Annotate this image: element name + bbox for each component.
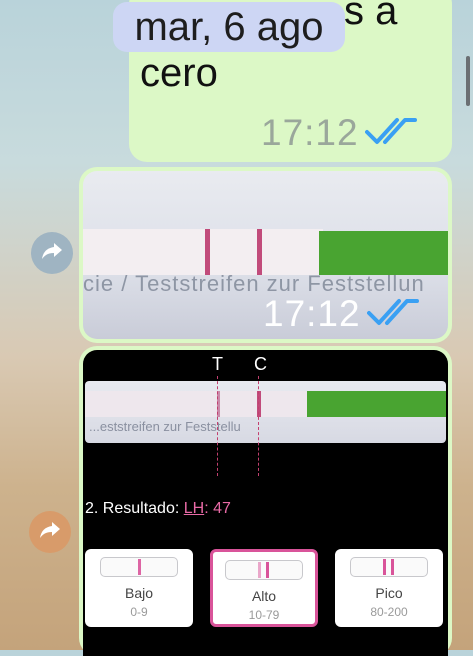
message-text-tail: s a (344, 0, 398, 33)
level-card-alto[interactable]: Alto 10-79 (210, 549, 318, 627)
level-range: 80-200 (370, 605, 408, 619)
photo-print-text: cie / Teststreifen zur Feststellun (83, 271, 425, 295)
app-screenshot-image[interactable]: T C ...eststreifen zur Feststellu 2. Res… (83, 350, 448, 656)
forward-button[interactable] (31, 232, 73, 274)
double-check-icon (366, 295, 419, 334)
result-separator: : (204, 500, 214, 517)
forward-button[interactable] (29, 511, 71, 553)
result-hormone: LH (183, 500, 205, 517)
strip-c-line (257, 229, 262, 275)
level-range: 10-79 (248, 608, 280, 622)
result-line: 2. Resultado: LH: 47 (85, 500, 231, 518)
c-guide-line (258, 376, 259, 476)
share-icon (41, 241, 63, 266)
strip-absorbent (83, 229, 323, 275)
app-test-strip: ...eststreifen zur Feststellu (85, 381, 446, 443)
level-card-pico[interactable]: Pico 80-200 (335, 549, 443, 627)
app-strip-absorbent (85, 391, 310, 417)
double-check-icon (364, 114, 417, 153)
share-icon (39, 520, 61, 545)
strip-t-line (205, 229, 210, 275)
result-value: 47 (213, 500, 231, 517)
level-card-bajo[interactable]: Bajo 0-9 (85, 549, 193, 627)
app-strip-handle (307, 391, 446, 417)
scrollbar[interactable] (466, 56, 470, 106)
app-screenshot-bubble[interactable]: T C ...eststreifen zur Feststellu 2. Res… (79, 346, 452, 656)
message-text-body: cero (140, 51, 218, 95)
photo-time: 17:12 (263, 293, 361, 334)
t-label: T (212, 354, 223, 374)
level-name: Bajo (124, 585, 154, 601)
photo-meta: 17:12 (263, 293, 419, 335)
mini-strip (350, 557, 428, 577)
level-name: Alto (251, 588, 277, 604)
t-guide-line (217, 376, 218, 476)
test-strip-photo[interactable]: cie / Teststreifen zur Feststellun 17:12 (83, 171, 448, 339)
mini-strip (225, 560, 303, 580)
result-prefix: 2. Resultado: (85, 500, 184, 517)
photo-message-bubble[interactable]: cie / Teststreifen zur Feststellun 17:12 (79, 167, 452, 343)
mini-strip (100, 557, 178, 577)
strip-handle (319, 231, 448, 275)
level-range: 0-9 (130, 605, 148, 619)
date-separator: mar, 6 ago (113, 2, 345, 52)
message-meta: 17:12 (261, 112, 417, 154)
level-name: Pico (375, 585, 403, 601)
message-time: 17:12 (261, 112, 359, 153)
c-label: C (254, 354, 267, 374)
